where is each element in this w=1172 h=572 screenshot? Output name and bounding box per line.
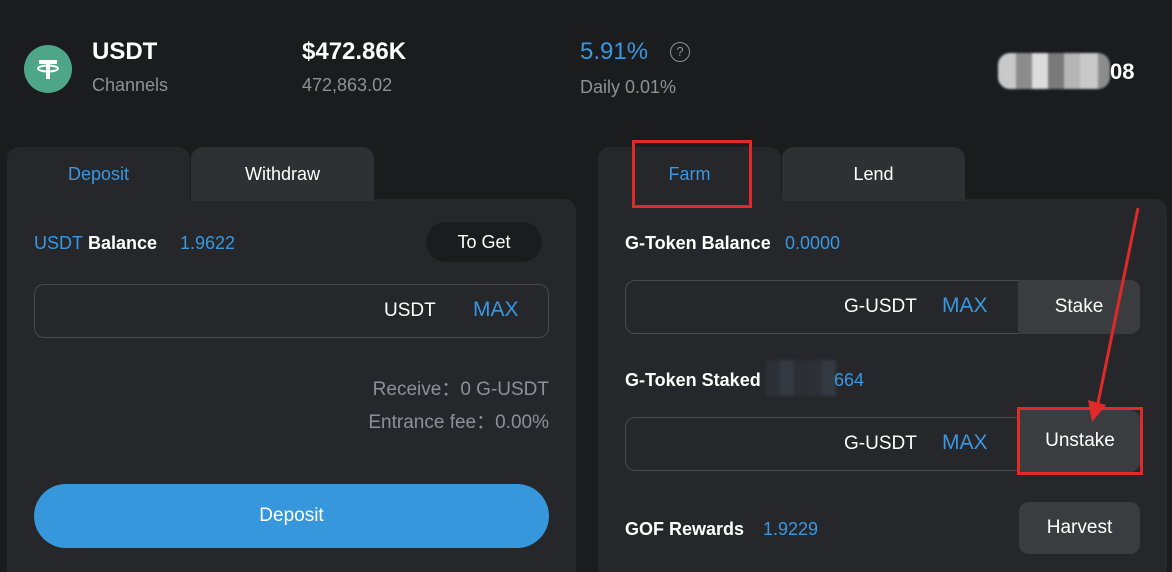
tvl-value: $472.86K	[302, 38, 407, 65]
gtoken-balance-value: 0.0000	[785, 233, 841, 253]
tab-deposit[interactable]: Deposit	[7, 147, 190, 201]
wallet-address-blurred[interactable]	[998, 53, 1110, 89]
harvest-button[interactable]: Harvest	[1019, 502, 1140, 554]
help-circle-icon[interactable]: ?	[670, 42, 690, 62]
stake-input-unit: G-USDT	[844, 296, 917, 317]
deposit-amount-input[interactable]	[34, 284, 549, 338]
unstake-input-unit: G-USDT	[844, 433, 917, 454]
receive-info: Receive：0 G-USDT	[372, 379, 549, 400]
tether-icon	[24, 45, 72, 93]
tab-farm[interactable]: Farm	[598, 147, 781, 201]
daily-rate: Daily 0.01%	[580, 77, 677, 97]
deposit-button[interactable]: Deposit	[34, 484, 549, 548]
stake-max-button[interactable]: MAX	[942, 294, 988, 318]
wallet-address-suffix: 08	[1110, 59, 1135, 84]
token-subtitle: Channels	[92, 75, 169, 95]
tvl-exact: 472,863.02	[302, 75, 393, 95]
gof-rewards-value: 1.9229	[763, 519, 819, 539]
staked-value-blurred	[766, 360, 836, 396]
token-name: USDT	[92, 38, 158, 65]
gof-rewards-label: GOF Rewards	[625, 519, 745, 539]
annotation-arrow	[1088, 207, 1140, 422]
usdt-balance-label: USDT Balance	[34, 233, 157, 254]
usdt-balance-value: 1.9622	[180, 233, 236, 253]
deposit-input-unit: USDT	[384, 300, 436, 321]
gtoken-balance-label: G-Token Balance	[625, 233, 771, 253]
gtoken-staked-value: 664	[834, 370, 865, 390]
apy-value: 5.91%	[580, 38, 649, 65]
deposit-max-button[interactable]: MAX	[473, 298, 519, 322]
unstake-max-button[interactable]: MAX	[942, 431, 988, 455]
to-get-button[interactable]: To Get	[426, 222, 542, 262]
entrance-fee-info: Entrance fee：0.00%	[368, 412, 549, 433]
gtoken-staked-label: G-Token Staked	[625, 370, 761, 390]
balance-token: USDT	[34, 233, 83, 253]
tab-lend[interactable]: Lend	[782, 147, 965, 201]
balance-word: Balance	[83, 233, 158, 253]
tab-withdraw[interactable]: Withdraw	[191, 147, 374, 201]
